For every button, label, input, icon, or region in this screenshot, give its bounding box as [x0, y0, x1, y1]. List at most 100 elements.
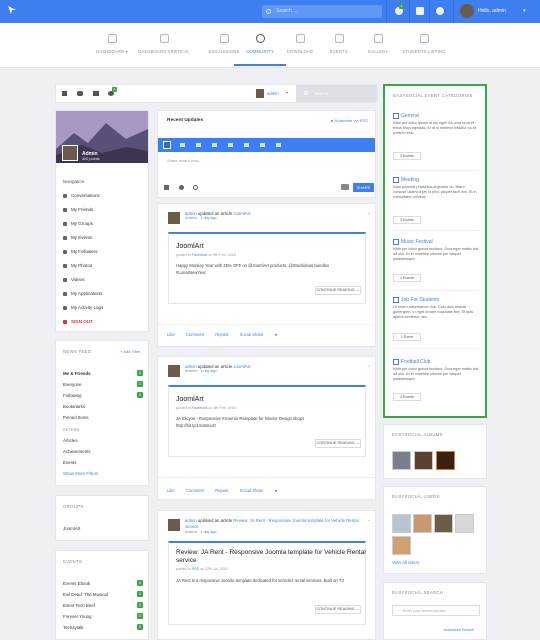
user-avatar[interactable] — [413, 514, 432, 533]
photo-icon[interactable] — [244, 143, 249, 147]
view-all-users-link[interactable]: View All Users — [392, 560, 419, 565]
home-icon[interactable] — [62, 91, 67, 96]
chat-icon[interactable] — [416, 7, 424, 15]
pencil-icon[interactable] — [163, 141, 171, 149]
user-avatar[interactable] — [455, 514, 474, 533]
continue-reading-button[interactable]: CONTINUE READING → — [315, 605, 361, 614]
nav-students-listing[interactable]: STUDENTS LISTING — [394, 34, 454, 54]
events-count-button[interactable]: 1 Event — [393, 333, 421, 341]
events-count-button[interactable]: 2 Events — [393, 274, 421, 282]
feed-bookmarks[interactable]: Bookmarks — [63, 404, 85, 409]
event-item[interactable]: Forever Young — [63, 614, 92, 619]
filter-events[interactable]: Events — [63, 460, 76, 465]
target-link[interactable]: JoomlArt. — [233, 364, 251, 369]
bell-icon[interactable] — [436, 7, 444, 15]
menu-groups[interactable]: My Groups — [63, 221, 93, 226]
events-count-button[interactable]: 3 Events — [393, 216, 421, 224]
globe-icon[interactable]: ● — [275, 488, 278, 493]
show-more-filters[interactable]: Show More Filters — [63, 471, 98, 476]
social-share-link[interactable]: Social Share — [240, 488, 264, 493]
calendar-icon[interactable] — [196, 143, 201, 147]
share-button[interactable]: SHARE — [353, 183, 374, 192]
file-icon[interactable] — [212, 143, 217, 147]
link-icon[interactable] — [228, 143, 233, 147]
chevron-down-icon[interactable]: ▾ — [286, 90, 288, 95]
menu-activity-logs[interactable]: My Activity Logs — [63, 305, 103, 310]
comment-link[interactable]: Comment — [186, 488, 204, 493]
continue-reading-button[interactable]: CONTINUE READING → — [315, 439, 361, 448]
like-link[interactable]: Like — [167, 488, 175, 493]
author-link[interactable]: admin — [185, 518, 197, 523]
mood-icon[interactable] — [193, 185, 198, 190]
friends-icon[interactable] — [77, 91, 83, 96]
filter-articles[interactable]: Articles — [63, 438, 77, 443]
chevron-down-icon[interactable]: ⌄ — [367, 517, 371, 523]
nav-dashboard-vertical[interactable]: DASHBOARD VERTICAL — [134, 34, 194, 54]
continue-reading-button[interactable]: CONTINUE READING → — [315, 286, 361, 295]
repost-link[interactable]: Repost — [215, 332, 228, 337]
feed-following[interactable]: Following — [63, 393, 82, 398]
category-title[interactable]: Meeting — [401, 177, 419, 183]
toolbar-user[interactable]: admin — [267, 91, 279, 96]
album-thumb[interactable] — [392, 451, 411, 470]
article-title[interactable]: JoomlArt — [176, 396, 204, 403]
album-thumb[interactable] — [436, 451, 455, 470]
like-link[interactable]: Like — [167, 332, 175, 337]
menu-applications[interactable]: My Applications — [63, 291, 102, 296]
group-item[interactable]: JoomlArt — [63, 526, 80, 531]
avatar[interactable] — [168, 519, 180, 531]
comment-link[interactable]: Comment — [186, 332, 204, 337]
event-item[interactable]: Events Ebook — [63, 581, 90, 586]
menu-events[interactable]: My Events — [63, 235, 92, 240]
hash-icon[interactable] — [180, 143, 185, 147]
chevron-down-icon[interactable]: ⌄ — [367, 363, 371, 369]
toolbar-search-input[interactable]: Search — [296, 85, 377, 102]
logo-icon[interactable] — [7, 5, 17, 15]
filter-achievements[interactable]: Achievements — [63, 449, 91, 454]
globe-icon[interactable]: ● — [275, 332, 278, 337]
menu-videos[interactable]: Videos — [63, 277, 85, 282]
composer-input[interactable]: Share what's new... — [167, 158, 202, 163]
category-title[interactable]: Football Club — [401, 359, 430, 365]
people-icon[interactable] — [164, 185, 169, 190]
user-avatar[interactable] — [434, 514, 453, 533]
event-item[interactable]: Evil Dead: The Musical — [63, 592, 108, 597]
event-item[interactable]: Event Tech Brief — [63, 603, 95, 608]
menu-followers[interactable]: My Followers — [63, 249, 98, 254]
repost-link[interactable]: Repost — [215, 488, 228, 493]
add-filter-link[interactable]: + Add Filter — [120, 349, 140, 354]
sign-out-link[interactable]: SIGN OUT — [63, 319, 93, 324]
category-title[interactable]: Music Festival — [401, 239, 433, 245]
category-title[interactable]: General — [401, 113, 419, 119]
avatar[interactable] — [62, 145, 78, 161]
album-thumb[interactable] — [414, 451, 433, 470]
user-avatar[interactable] — [392, 514, 411, 533]
event-item[interactable]: Techsytalk — [63, 625, 84, 630]
avatar[interactable] — [168, 212, 180, 224]
category-title[interactable]: Job For Students — [401, 297, 439, 303]
menu-photos[interactable]: My Photos — [63, 263, 92, 268]
feed-everyone[interactable]: Everyone — [63, 382, 82, 387]
social-share-link[interactable]: Social Share — [240, 332, 264, 337]
events-count-button[interactable]: 2 Events — [393, 393, 421, 401]
mail-icon[interactable] — [93, 91, 99, 96]
rss-link[interactable]: ■ Subscribe via RSS — [331, 118, 368, 123]
poll-icon[interactable] — [276, 143, 281, 147]
location-icon[interactable] — [179, 185, 184, 190]
target-link[interactable]: JoomlArt. — [233, 211, 251, 216]
article-title[interactable]: Review: JA Rent - Responsive Joomla temp… — [176, 549, 366, 565]
chevron-down-icon[interactable]: ⌄ — [367, 210, 371, 216]
global-search-input[interactable]: Search ... — [262, 5, 382, 18]
advanced-search-link[interactable]: Advanced Search — [444, 628, 474, 632]
video-icon[interactable] — [260, 143, 265, 147]
nav-dashboard[interactable]: DASHBOARD ▾ — [82, 34, 142, 54]
menu-conversations[interactable]: Conversations — [63, 193, 100, 198]
feed-me-friends[interactable]: Me & Friends — [63, 371, 91, 376]
privacy-icon[interactable] — [341, 184, 349, 190]
events-count-button[interactable]: 2 Events — [393, 152, 421, 160]
feed-pinned[interactable]: Pinned Items — [63, 415, 89, 420]
es-search-input[interactable]: Enter your search phrase — [392, 605, 480, 616]
avatar[interactable] — [168, 365, 180, 377]
user-avatar[interactable] — [392, 536, 411, 555]
article-title[interactable]: JoomlArt — [176, 243, 204, 250]
